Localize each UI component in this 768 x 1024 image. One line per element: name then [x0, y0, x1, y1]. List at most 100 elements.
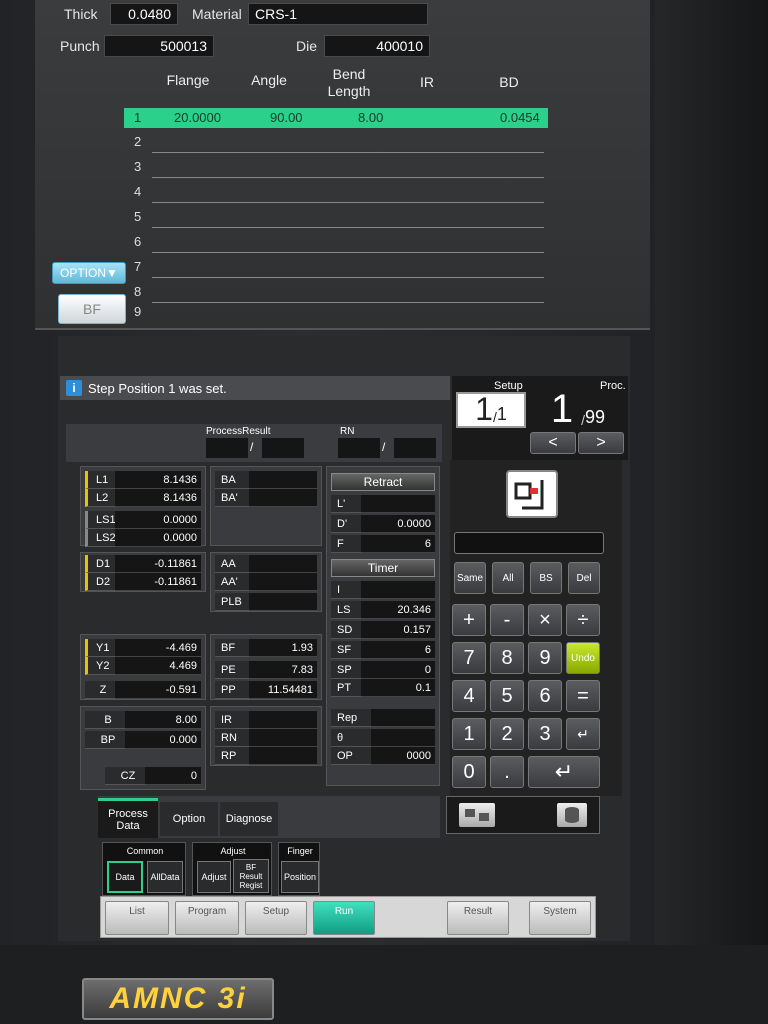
value-d2[interactable]: -0.11861 — [115, 573, 201, 591]
table-row-selected[interactable]: 1 20.0000 90.00 8.00 0.0454 — [124, 108, 548, 128]
value-sf[interactable]: 6 — [361, 641, 435, 659]
value-sd[interactable]: 0.157 — [361, 621, 435, 639]
all-key[interactable]: All — [492, 562, 524, 594]
value-bf[interactable]: 1.93 — [249, 639, 317, 657]
table-row[interactable]: 4 — [134, 182, 554, 206]
value-aa[interactable] — [249, 555, 317, 573]
row-angle: 90.00 — [270, 110, 303, 125]
key-2[interactable]: 2 — [490, 718, 524, 750]
prev-button[interactable]: < — [530, 432, 576, 454]
value-z[interactable]: -0.591 — [115, 681, 201, 699]
decimal-key[interactable]: . — [490, 756, 524, 788]
bf-button[interactable]: BF — [58, 294, 126, 324]
key-8[interactable]: 8 — [490, 642, 524, 674]
value-pt[interactable]: 0.1 — [361, 679, 435, 697]
undo-key[interactable]: Undo — [566, 642, 600, 674]
next-button[interactable]: > — [578, 432, 624, 454]
divide-key[interactable]: ÷ — [566, 604, 600, 636]
tab-option[interactable]: Option — [160, 802, 218, 836]
setup-counter[interactable]: 1/1 — [456, 392, 526, 428]
value-op[interactable]: 0000 — [371, 747, 435, 765]
bs-key[interactable]: BS — [530, 562, 562, 594]
value-sp[interactable]: 0 — [361, 661, 435, 679]
value-b[interactable]: 8.00 — [125, 711, 201, 729]
position-button[interactable]: Position — [281, 861, 319, 893]
value-rn[interactable] — [249, 729, 317, 747]
tool-layout-icon[interactable] — [459, 803, 495, 827]
value-i[interactable] — [361, 581, 435, 599]
adjust-button[interactable]: Adjust — [197, 861, 231, 893]
minus-key[interactable]: - — [490, 604, 524, 636]
small-enter-key[interactable]: ↵ — [566, 718, 600, 750]
nav-list[interactable]: List — [105, 901, 169, 935]
value-rep[interactable] — [371, 709, 435, 727]
plus-key[interactable]: + — [452, 604, 486, 636]
table-row[interactable]: 8 — [134, 282, 554, 306]
multiply-key[interactable]: × — [528, 604, 562, 636]
table-row[interactable]: 2 — [134, 132, 554, 156]
value-l-prime[interactable] — [361, 495, 435, 513]
key-7[interactable]: 7 — [452, 642, 486, 674]
value-f[interactable]: 6 — [361, 535, 435, 553]
key-4[interactable]: 4 — [452, 680, 486, 712]
value-y2[interactable]: 4.469 — [115, 657, 201, 675]
value-pe[interactable]: 7.83 — [249, 661, 317, 679]
value-plb[interactable] — [249, 593, 317, 611]
material-field[interactable]: CRS-1 — [248, 3, 428, 25]
value-y1[interactable]: -4.469 — [115, 639, 201, 657]
database-icon[interactable] — [557, 803, 587, 827]
value-l2[interactable]: 8.1436 — [115, 489, 201, 507]
punch-field[interactable]: 500013 — [104, 35, 214, 57]
key-1[interactable]: 1 — [452, 718, 486, 750]
nav-program[interactable]: Program — [175, 901, 239, 935]
key-6[interactable]: 6 — [528, 680, 562, 712]
value-bp[interactable]: 0.000 — [125, 731, 201, 749]
table-row[interactable]: 3 — [134, 157, 554, 181]
value-ls1[interactable]: 0.0000 — [115, 511, 201, 529]
data-button[interactable]: Data — [107, 861, 143, 893]
proc-counter[interactable]: 1/99 — [530, 389, 626, 429]
alldata-button[interactable]: AllData — [147, 861, 183, 893]
value-ir[interactable] — [249, 711, 317, 729]
value-pp[interactable]: 11.54481 — [249, 681, 317, 699]
value-ls2[interactable]: 0.0000 — [115, 529, 201, 547]
nav-system[interactable]: System — [529, 901, 591, 935]
nav-result[interactable]: Result — [447, 901, 509, 935]
value-d1[interactable]: -0.11861 — [115, 555, 201, 573]
adjust-label: Adjust — [220, 846, 246, 856]
col-bd: BD — [499, 74, 519, 90]
table-row[interactable]: 7 — [134, 257, 554, 281]
same-key[interactable]: Same — [454, 562, 486, 594]
option-dropdown[interactable]: OPTION▼ — [52, 262, 126, 284]
bf-result-regist-button[interactable]: BF Result Regist — [233, 859, 269, 893]
value-ba[interactable] — [249, 471, 317, 489]
tab-diagnose[interactable]: Diagnose — [220, 802, 278, 836]
equals-key[interactable]: = — [566, 680, 600, 712]
key-3[interactable]: 3 — [528, 718, 562, 750]
value-aa-prime[interactable] — [249, 573, 317, 591]
key-5[interactable]: 5 — [490, 680, 524, 712]
label-ls: LS — [331, 601, 361, 619]
value-ls[interactable]: 20.346 — [361, 601, 435, 619]
table-row[interactable]: 9 — [134, 304, 554, 322]
keypad-display[interactable] — [454, 532, 604, 554]
value-cz[interactable]: 0 — [145, 767, 201, 785]
value-rp[interactable] — [249, 747, 317, 765]
enter-key[interactable]: ↵ — [528, 756, 600, 788]
value-l1[interactable]: 8.1436 — [115, 471, 201, 489]
table-row[interactable]: 6 — [134, 232, 554, 256]
tab-process-data[interactable]: Process Data — [98, 798, 158, 838]
nav-setup[interactable]: Setup — [245, 901, 307, 935]
thick-field[interactable]: 0.0480 — [110, 3, 178, 25]
table-row[interactable]: 5 — [134, 207, 554, 231]
value-ba-prime[interactable] — [249, 489, 317, 507]
value-d-prime[interactable]: 0.0000 — [361, 515, 435, 533]
die-field[interactable]: 400010 — [324, 35, 430, 57]
nav-run[interactable]: Run — [313, 901, 375, 935]
machine-mode-icon[interactable] — [506, 470, 558, 518]
key-0[interactable]: 0 — [452, 756, 486, 788]
value-theta[interactable] — [371, 729, 435, 747]
label-op: OP — [331, 747, 371, 765]
key-9[interactable]: 9 — [528, 642, 562, 674]
del-key[interactable]: Del — [568, 562, 600, 594]
